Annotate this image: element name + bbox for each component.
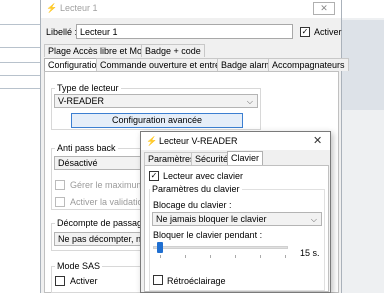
chevron-down-icon: ⌵ [246, 97, 253, 106]
type-lecteur-select[interactable]: V-READER ⌵ [54, 94, 258, 108]
mode-sas-activer-label: Activer [70, 276, 98, 286]
lecteur-avec-clavier-label: Lecteur avec clavier [163, 171, 244, 181]
tab-badge-code[interactable]: Badge + code [141, 44, 205, 57]
slider-tick [260, 255, 261, 258]
decompte-select[interactable]: Ne pas décompter, ne p [54, 232, 150, 246]
slider-tick [185, 255, 186, 258]
chevron-down-icon: ⌵ [310, 215, 317, 224]
tab-accompagnateurs[interactable]: Accompagnateurs [268, 58, 349, 71]
activer-validation-checkbox[interactable] [55, 197, 65, 207]
slider-tick [285, 255, 286, 258]
type-lecteur-value: V-READER [58, 96, 105, 106]
blocage-select[interactable]: Ne jamais bloquer le clavier ⌵ [152, 212, 322, 226]
retroeclairage-label: Rétroéclairage [167, 276, 226, 286]
tab-clavier[interactable]: Clavier [227, 151, 264, 165]
dialog-titlebar: ⚡ Lecteur V-READER ✕ [141, 132, 330, 150]
window-titlebar: ⚡ Lecteur 1 ✕ [41, 0, 341, 18]
blocage-value: Ne jamais bloquer le clavier [156, 214, 267, 224]
bloquer-slider-track[interactable] [153, 246, 288, 249]
bloquer-slider-thumb[interactable] [157, 242, 163, 253]
tab-securite[interactable]: Sécurité [191, 152, 233, 165]
window-title: Lecteur 1 [60, 3, 98, 13]
type-lecteur-title: Type de lecteur [55, 83, 121, 93]
activer-checkbox[interactable]: ✓ [300, 27, 310, 37]
background-app-left [0, 0, 40, 293]
slider-value-text: 15 s. [300, 248, 320, 258]
decompte-title: Décompte de passages [55, 218, 154, 228]
close-icon: ✕ [320, 3, 328, 13]
background-divider [0, 47, 40, 48]
background-divider [0, 88, 40, 89]
lecteur-vreader-dialog: ⚡ Lecteur V-READER ✕ Paramètres Sécurité… [140, 131, 331, 293]
slider-tick [160, 255, 161, 258]
dialog-title: Lecteur V-READER [159, 136, 238, 146]
lecteur-avec-clavier-checkbox[interactable]: ✓ [149, 171, 159, 181]
libelle-input[interactable]: Lecteur 1 [76, 24, 293, 39]
lecteur-app-icon: ⚡ [146, 136, 158, 146]
check-icon: ✓ [150, 171, 158, 180]
anti-pass-back-title: Anti pass back [55, 143, 118, 153]
slider-tick [210, 255, 211, 258]
lecteur-app-icon: ⚡ [46, 3, 58, 13]
retroeclairage-checkbox[interactable] [153, 275, 163, 285]
mode-sas-activer-checkbox[interactable] [55, 276, 65, 286]
activer-label: Activer [314, 27, 342, 37]
background-divider [0, 62, 40, 63]
anti-pass-back-select[interactable]: Désactivé [54, 156, 150, 170]
close-icon[interactable]: ✕ [313, 134, 322, 147]
gerer-maximum-checkbox[interactable] [55, 180, 65, 190]
background-app-right-top [341, 0, 384, 18]
configuration-avancee-button[interactable]: Configuration avancée [71, 113, 243, 128]
close-button[interactable]: ✕ [313, 2, 335, 15]
background-divider [0, 24, 40, 25]
blocage-label: Blocage du clavier : [153, 200, 232, 210]
mode-sas-title: Mode SAS [55, 261, 103, 271]
clavier-panel: ✓ Lecteur avec clavier Paramètres du cla… [144, 165, 329, 292]
slider-tick [235, 255, 236, 258]
background-divider [0, 75, 40, 76]
check-icon: ✓ [301, 27, 309, 36]
parametres-clavier-title: Paramètres du clavier [150, 184, 242, 194]
tab-commande-ouverture[interactable]: Commande ouverture et entrées [96, 58, 234, 71]
libelle-label: Libellé : [46, 27, 78, 37]
bloquer-pendant-label: Bloquer le clavier pendant : [153, 230, 263, 240]
tab-plage-acces-libre[interactable]: Plage Accès libre et Mode [44, 44, 157, 57]
